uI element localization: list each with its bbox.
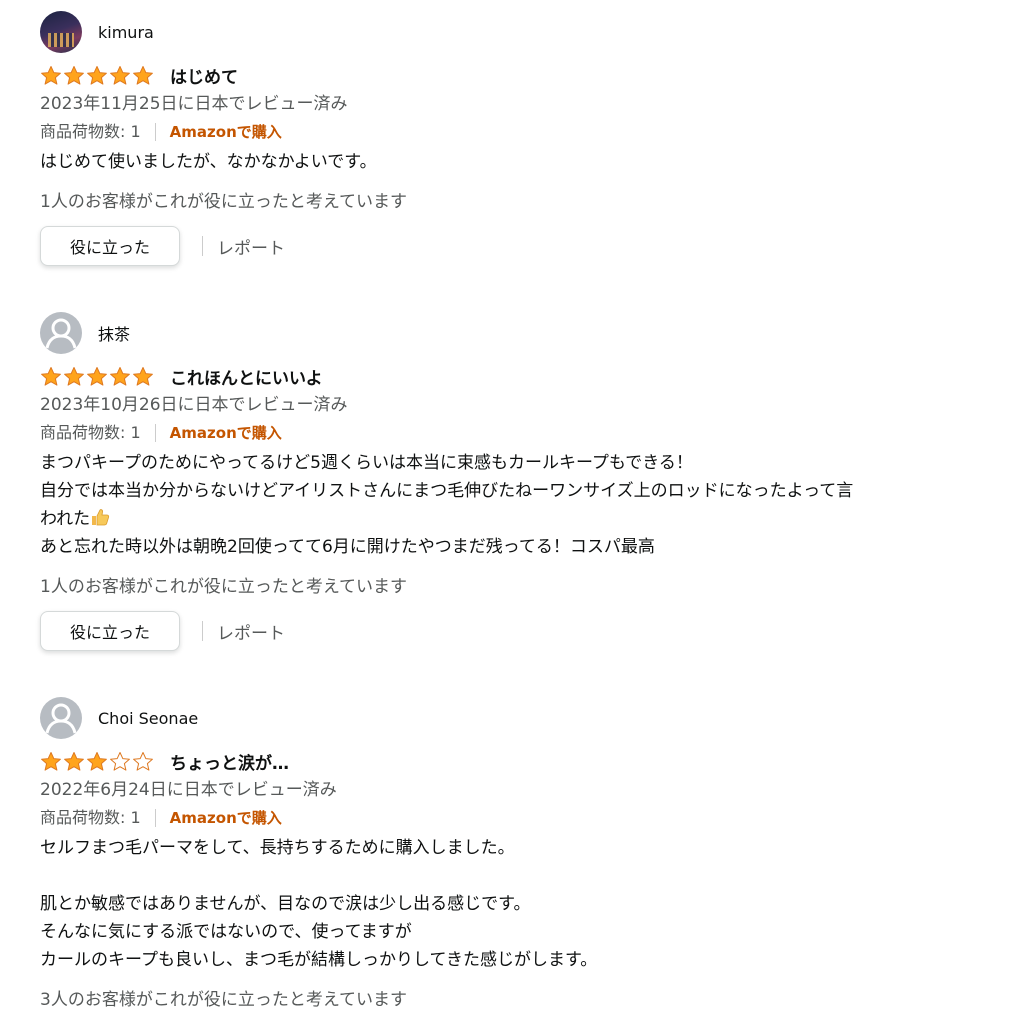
person-icon bbox=[45, 318, 77, 349]
review-actions: 役に立った レポート bbox=[40, 226, 1004, 266]
star-filled-icon bbox=[41, 751, 61, 771]
report-link[interactable]: レポート bbox=[217, 619, 285, 644]
divider bbox=[202, 621, 203, 641]
star-filled-icon bbox=[41, 366, 61, 386]
review-body: セルフまつ毛パーマをして、長持ちするために購入しました。 肌とか敏感ではありませ… bbox=[40, 834, 1004, 974]
divider bbox=[202, 236, 203, 256]
star-filled-icon bbox=[110, 366, 130, 386]
star-empty-icon bbox=[110, 751, 130, 771]
review-body: はじめて使いましたが、なかなかよいです。 bbox=[40, 152, 377, 172]
review-title-row: はじめて bbox=[40, 62, 1004, 88]
reviewer-profile[interactable]: kimura bbox=[40, 10, 1004, 54]
person-icon bbox=[45, 703, 77, 734]
review-body-line: カールのキープも良いし、まつ毛が結構しっかりしてきた感じがします。 bbox=[40, 950, 598, 970]
quantity-label: 商品荷物数: 1 bbox=[40, 122, 141, 141]
quantity-label: 商品荷物数: 1 bbox=[40, 423, 141, 442]
review-body-line: そんなに気にする派ではないので、使ってますが bbox=[40, 922, 412, 942]
review-date: 2023年11月25日に日本でレビュー済み bbox=[40, 94, 348, 114]
review-body-line: 肌とか敏感ではありませんが、目なので涙は少し出る感じです。 bbox=[40, 894, 531, 914]
star-filled-icon bbox=[41, 65, 61, 85]
review-body-line: あと忘れた時以外は朝晩2回使ってて6月に開けたやつまだ残ってる！コスパ最高 bbox=[40, 537, 655, 557]
star-filled-icon bbox=[110, 65, 130, 85]
review-meta: 商品荷物数: 1 Amazonで購入 bbox=[40, 421, 1004, 445]
review-actions: 役に立った レポート bbox=[40, 611, 1004, 651]
star-filled-icon bbox=[133, 65, 153, 85]
helpful-button[interactable]: 役に立った bbox=[40, 611, 180, 651]
reviewer-name: Choi Seonae bbox=[98, 708, 199, 728]
star-rating[interactable] bbox=[40, 751, 154, 772]
review-title[interactable]: ちょっと涙が… bbox=[170, 749, 289, 774]
helpful-count: 1人のお客様がこれが役に立ったと考えています bbox=[40, 192, 407, 212]
review-body-line bbox=[40, 862, 1004, 890]
review-item: kimura はじめて 2023年11月25日に日本でレビュー済み 商品荷物数:… bbox=[40, 10, 1004, 266]
review-body-line: セルフまつ毛パーマをして、長持ちするために購入しました。 bbox=[40, 838, 515, 858]
report-link[interactable]: レポート bbox=[217, 234, 285, 259]
quantity-label: 商品荷物数: 1 bbox=[40, 808, 141, 827]
star-rating[interactable] bbox=[40, 65, 154, 86]
thumbs-up-icon bbox=[92, 509, 110, 526]
helpful-button[interactable]: 役に立った bbox=[40, 226, 180, 266]
review-title[interactable]: はじめて bbox=[170, 63, 238, 88]
divider bbox=[154, 123, 156, 141]
divider bbox=[154, 809, 156, 827]
reviewer-profile[interactable]: 抹茶 bbox=[40, 311, 1004, 355]
star-filled-icon bbox=[64, 751, 84, 771]
star-rating[interactable] bbox=[40, 366, 154, 387]
review-meta: 商品荷物数: 1 Amazonで購入 bbox=[40, 806, 1004, 830]
reviewer-name: kimura bbox=[98, 22, 154, 42]
review-date: 2022年6月24日に日本でレビュー済み bbox=[40, 780, 337, 800]
review-title[interactable]: これほんとにいいよ bbox=[170, 364, 323, 389]
helpful-count: 3人のお客様がこれが役に立ったと考えています bbox=[40, 990, 407, 1010]
review-item: Choi Seonae ちょっと涙が… 2022年6月24日に日本でレビュー済み… bbox=[40, 696, 1004, 1012]
star-filled-icon bbox=[87, 751, 107, 771]
star-filled-icon bbox=[64, 366, 84, 386]
verified-purchase-badge[interactable]: Amazonで購入 bbox=[170, 120, 282, 144]
avatar bbox=[40, 312, 82, 354]
review-body-line: 自分では本当か分からないけどアイリストさんにまつ毛伸びたねーワンサイズ上のロッド… bbox=[40, 481, 854, 501]
avatar bbox=[40, 697, 82, 739]
review-body-line: まつパキープのためにやってるけど5週くらいは本当に束感もカールキープもできる！ bbox=[40, 453, 693, 473]
star-filled-icon bbox=[87, 65, 107, 85]
star-filled-icon bbox=[64, 65, 84, 85]
divider bbox=[154, 424, 156, 442]
review-title-row: ちょっと涙が… bbox=[40, 748, 1004, 774]
verified-purchase-badge[interactable]: Amazonで購入 bbox=[170, 806, 282, 830]
review-body-text: われた bbox=[40, 509, 91, 529]
reviewer-name: 抹茶 bbox=[98, 325, 131, 344]
review-body: まつパキープのためにやってるけど5週くらいは本当に束感もカールキープもできる！ … bbox=[40, 449, 1004, 561]
review-body-line: われた bbox=[40, 505, 1004, 533]
review-title-row: これほんとにいいよ bbox=[40, 363, 1004, 389]
helpful-count: 1人のお客様がこれが役に立ったと考えています bbox=[40, 577, 407, 597]
avatar bbox=[40, 11, 82, 53]
star-filled-icon bbox=[87, 366, 107, 386]
review-meta: 商品荷物数: 1 Amazonで購入 bbox=[40, 120, 1004, 144]
star-filled-icon bbox=[133, 366, 153, 386]
verified-purchase-badge[interactable]: Amazonで購入 bbox=[170, 421, 282, 445]
reviewer-profile[interactable]: Choi Seonae bbox=[40, 696, 1004, 740]
review-date: 2023年10月26日に日本でレビュー済み bbox=[40, 395, 348, 415]
review-item: 抹茶 これほんとにいいよ 2023年10月26日に日本でレビュー済み 商品荷物数… bbox=[40, 311, 1004, 651]
star-empty-icon bbox=[133, 751, 153, 771]
